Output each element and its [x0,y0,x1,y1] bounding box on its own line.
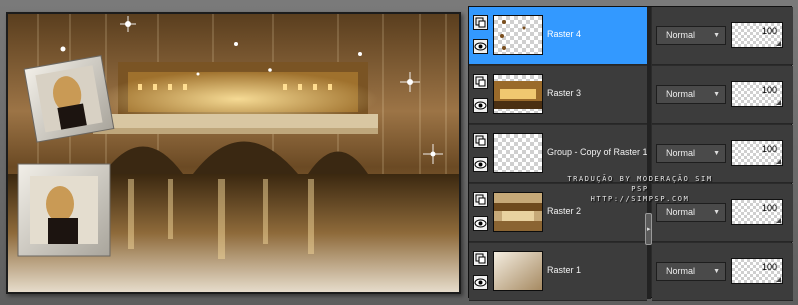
splitter-arrow-icon: ▸ [647,226,651,233]
watermark-line-2: HTTP://SIMPSP.COM [590,195,690,203]
layer-name: Raster 4 [547,29,582,39]
layer-name: Raster 1 [547,265,582,275]
canvas-preview[interactable] [6,12,461,294]
splitter-handle[interactable]: ▸ [645,213,652,245]
layer-thumbnail [493,251,543,291]
layer-type-icon [473,74,488,89]
blend-mode-value: Normal [666,207,696,217]
visibility-eye-icon[interactable] [473,216,488,231]
layer-icons [473,131,489,177]
layer-name: Raster 3 [547,88,582,98]
layer-name: Raster 2 [547,206,582,216]
layer-name: Group - Copy of Raster 1 [547,147,648,157]
layer-type-icon [473,251,488,266]
watermark-text: TRADUÇÃO BY MODERAÇÃO SIM PSP HTTP://SIM… [560,174,720,204]
blend-mode-dropdown[interactable]: Normal ▼ [656,203,726,222]
opacity-field[interactable]: 100 [731,199,783,225]
resize-corner-icon [776,277,781,282]
layer-thumbnail [493,192,543,232]
resize-corner-icon [776,100,781,105]
chevron-down-icon: ▼ [713,32,720,39]
blend-mode-dropdown[interactable]: Normal ▼ [656,85,726,104]
visibility-eye-icon[interactable] [473,39,488,54]
layers-palette: Raster 4 Raster 3 Group - Copy of Raster… [468,6,793,301]
opacity-field[interactable]: 100 [731,140,783,166]
opacity-value: 100 [761,203,777,213]
layer-properties-row: Normal ▼ 100 [652,243,793,301]
blend-mode-dropdown[interactable]: Normal ▼ [656,26,726,45]
resize-corner-icon [776,41,781,46]
layer-icons [473,72,489,118]
blend-mode-dropdown[interactable]: Normal ▼ [656,262,726,281]
opacity-value: 100 [761,26,777,36]
layer-type-icon [473,192,488,207]
canvas-image [8,14,459,292]
layer-thumbnail [493,74,543,114]
layer-type-icon [473,15,488,30]
layer-row-raster-4[interactable]: Raster 4 [469,7,647,65]
chevron-down-icon: ▼ [713,268,720,275]
resize-corner-icon [776,159,781,164]
blend-mode-value: Normal [666,30,696,40]
chevron-down-icon: ▼ [713,209,720,216]
opacity-value: 100 [761,144,777,154]
opacity-value: 100 [761,262,777,272]
layer-properties-row: Normal ▼ 100 [652,66,793,124]
layer-thumbnail [493,133,543,173]
chevron-down-icon: ▼ [713,91,720,98]
layer-icons [473,249,489,295]
layer-thumbnail [493,15,543,55]
visibility-eye-icon[interactable] [473,275,488,290]
layer-row-raster-3[interactable]: Raster 3 [469,66,647,124]
layer-properties-row: Normal ▼ 100 [652,7,793,65]
opacity-field[interactable]: 100 [731,81,783,107]
group-icon [473,133,488,148]
opacity-field[interactable]: 100 [731,258,783,284]
layer-row-raster-1[interactable]: Raster 1 [469,243,647,301]
visibility-eye-icon[interactable] [473,98,488,113]
resize-corner-icon [776,218,781,223]
panel-splitter[interactable] [647,7,651,299]
opacity-field[interactable]: 100 [731,22,783,48]
visibility-eye-icon[interactable] [473,157,488,172]
blend-mode-value: Normal [666,266,696,276]
layer-icons [473,190,489,236]
opacity-value: 100 [761,85,777,95]
blend-mode-value: Normal [666,148,696,158]
layer-icons [473,13,489,59]
blend-mode-value: Normal [666,89,696,99]
chevron-down-icon: ▼ [713,150,720,157]
watermark-line-1: TRADUÇÃO BY MODERAÇÃO SIM PSP [567,175,713,193]
blend-mode-dropdown[interactable]: Normal ▼ [656,144,726,163]
